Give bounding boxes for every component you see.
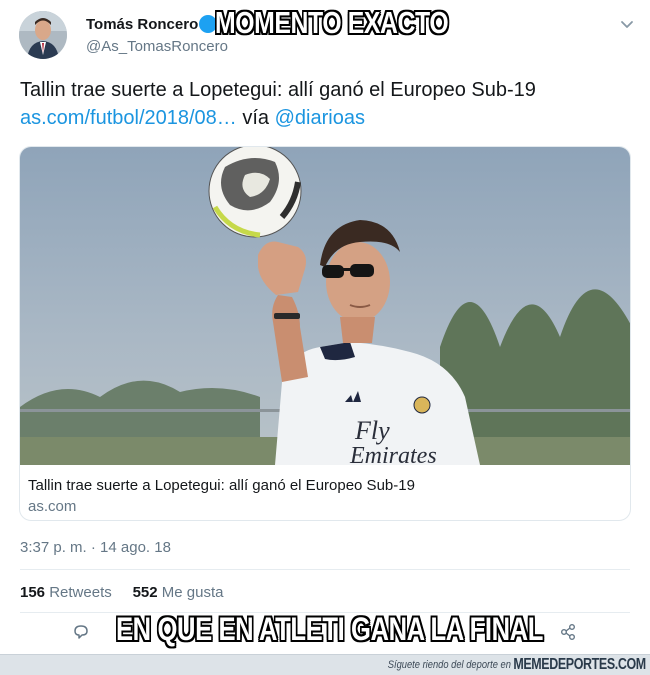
author-handle[interactable]: @As_TomasRoncero: [86, 38, 228, 55]
meme-top-caption: MOMENTO EXACTO: [215, 5, 449, 40]
card-domain: as.com: [28, 498, 77, 515]
reply-icon[interactable]: [72, 623, 90, 641]
mention-link[interactable]: @diarioas: [275, 107, 365, 129]
meme-bottom-caption: EN QUE EN ATLETI GANA LA FINAL: [116, 611, 543, 647]
tweet-timestamp[interactable]: 3:37 p. m. · 14 ago. 18: [20, 539, 171, 556]
shirt-sponsor: Fly: [354, 416, 390, 445]
likes-count[interactable]: 552: [133, 584, 158, 601]
chevron-down-icon[interactable]: [619, 17, 635, 33]
via-label: vía: [242, 107, 270, 129]
author-avatar[interactable]: [19, 11, 67, 59]
tweet-text: Tallin trae suerte a Lopetegui: allí gan…: [20, 79, 536, 101]
divider: [20, 569, 630, 570]
retweets-label[interactable]: Retweets: [49, 584, 112, 601]
link-card[interactable]: Fly Emirates Tallin trae suerte a Lopete…: [19, 146, 631, 521]
card-title[interactable]: Tallin trae suerte a Lopetegui: allí gan…: [28, 477, 415, 494]
author-name[interactable]: Tomás Roncero: [86, 16, 198, 33]
footer-brand: MEMEDEPORTES.COM: [513, 656, 647, 673]
watermark-footer: Síguete riendo del deporte en MEMEDEPORT…: [0, 654, 650, 675]
retweets-count[interactable]: 156: [20, 584, 45, 601]
tweet-text-line2: as.com/futbol/2018/08… vía @diarioas: [20, 104, 365, 132]
likes-label[interactable]: Me gusta: [162, 584, 224, 601]
share-icon[interactable]: [559, 623, 577, 641]
tweet-link[interactable]: as.com/futbol/2018/08…: [20, 107, 237, 129]
tweet-stats: 156 Retweets 552 Me gusta: [20, 584, 223, 601]
card-image: Fly Emirates: [20, 147, 630, 465]
svg-text:Emirates: Emirates: [349, 443, 437, 465]
footer-tagline: Síguete riendo del deporte en: [387, 659, 511, 671]
avatar-image: [19, 11, 67, 59]
